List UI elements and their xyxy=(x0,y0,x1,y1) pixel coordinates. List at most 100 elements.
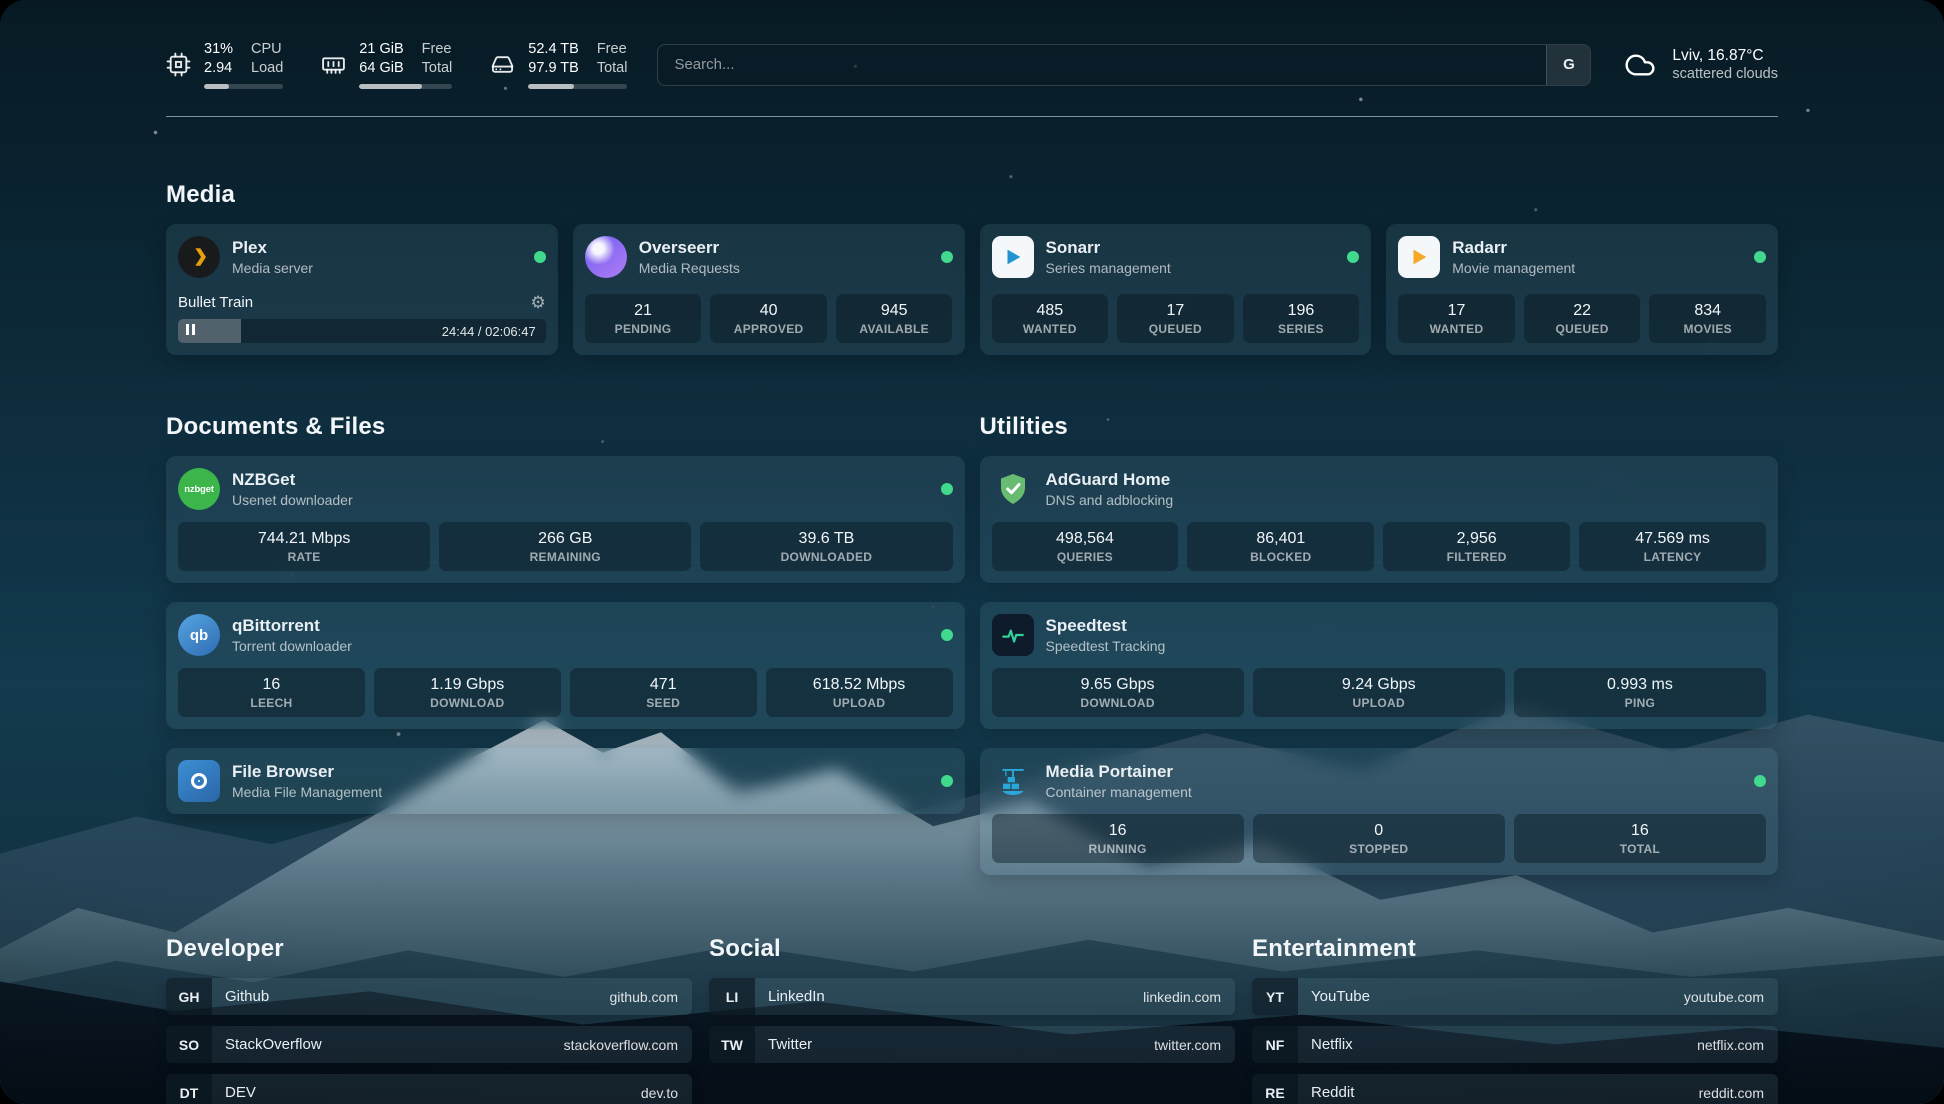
stat-label: TOTAL xyxy=(1620,842,1660,856)
section-heading-documents: Documents & Files xyxy=(166,413,965,441)
bookmark-group-developer: Developer GH Github github.com SO StackO… xyxy=(166,935,692,1104)
disk-total-label: Total xyxy=(597,59,628,78)
disk-widget: 52.4 TB Free 97.9 TB Total xyxy=(490,40,627,89)
weather-widget: Lviv, 16.87°C scattered clouds xyxy=(1621,47,1778,82)
stat-value: 2,956 xyxy=(1457,530,1497,548)
playback-progressbar[interactable]: 24:44 / 02:06:47 xyxy=(178,319,546,343)
stat-label: SERIES xyxy=(1278,322,1324,336)
service-card-filebrowser[interactable]: File Browser Media File Management xyxy=(166,748,965,814)
plex-now-playing: Bullet Train ⚙ 24:44 / 02:06:47 xyxy=(178,294,546,343)
memory-total-value: 64 GiB xyxy=(359,59,403,78)
stat-value: 39.6 TB xyxy=(799,530,855,548)
section-heading-developer: Developer xyxy=(166,935,692,963)
bookmark-url: twitter.com xyxy=(1154,1037,1221,1053)
stat-label: MOVIES xyxy=(1683,322,1731,336)
search-bar: G xyxy=(657,44,1591,86)
service-subtitle: Media File Management xyxy=(232,784,382,800)
stat-wanted: 17 WANTED xyxy=(1398,294,1515,343)
service-card-plex[interactable]: Plex Media server Bullet Train ⚙ xyxy=(166,224,558,355)
service-subtitle: DNS and adblocking xyxy=(1046,492,1174,508)
bookmark-name: Reddit xyxy=(1311,1084,1354,1101)
stat-value: 16 xyxy=(1631,822,1649,840)
stat-value: 21 xyxy=(634,302,652,320)
bookmark-reddit[interactable]: RE Reddit reddit.com xyxy=(1252,1074,1778,1104)
stat-value: 1.19 Gbps xyxy=(430,676,504,694)
bookmark-netflix[interactable]: NF Netflix netflix.com xyxy=(1252,1026,1778,1063)
section-heading-utilities: Utilities xyxy=(980,413,1779,441)
stat-queued: 22 QUEUED xyxy=(1524,294,1641,343)
cpu-usage-label: CPU xyxy=(251,40,283,59)
speedtest-icon xyxy=(992,614,1034,656)
portainer-icon xyxy=(992,760,1034,802)
memory-free-label: Free xyxy=(422,40,453,59)
stat-seed: 471 SEED xyxy=(570,668,757,717)
section-media: Media Plex Media server xyxy=(166,181,1778,355)
service-subtitle: Media Requests xyxy=(639,260,740,276)
service-subtitle: Speedtest Tracking xyxy=(1046,638,1166,654)
status-dot xyxy=(941,775,953,787)
stat-value: 945 xyxy=(881,302,908,320)
stat-label: QUEUED xyxy=(1149,322,1202,336)
service-title: qBittorrent xyxy=(232,616,352,636)
bookmark-abbr: LI xyxy=(709,978,755,1015)
pause-icon[interactable] xyxy=(186,322,198,340)
bookmark-url: netflix.com xyxy=(1697,1037,1764,1053)
service-card-portainer[interactable]: Media Portainer Container management 16 … xyxy=(980,748,1779,875)
bookmark-github[interactable]: GH Github github.com xyxy=(166,978,692,1015)
service-subtitle: Container management xyxy=(1046,784,1192,800)
stat-movies: 834 MOVIES xyxy=(1649,294,1766,343)
memory-free-value: 21 GiB xyxy=(359,40,403,59)
bookmark-twitter[interactable]: TW Twitter twitter.com xyxy=(709,1026,1235,1063)
stat-latency: 47.569 ms LATENCY xyxy=(1579,522,1766,571)
adguard-shield-icon xyxy=(992,468,1034,510)
stat-label: SEED xyxy=(646,696,680,710)
service-title: Radarr xyxy=(1452,238,1575,258)
bookmark-stackoverflow[interactable]: SO StackOverflow stackoverflow.com xyxy=(166,1026,692,1063)
now-playing-title: Bullet Train xyxy=(178,294,253,311)
section-utilities: Utilities AdGuard Home xyxy=(980,413,1779,875)
stat-value: 17 xyxy=(1448,302,1466,320)
service-card-overseerr[interactable]: Overseerr Media Requests 21 PENDING 40 A… xyxy=(573,224,965,355)
stat-value: 16 xyxy=(1109,822,1127,840)
section-heading-entertainment: Entertainment xyxy=(1252,935,1778,963)
service-card-adguard[interactable]: AdGuard Home DNS and adblocking 498,564 … xyxy=(980,456,1779,583)
stat-value: 618.52 Mbps xyxy=(813,676,906,694)
stat-label: REMAINING xyxy=(530,550,601,564)
bookmark-youtube[interactable]: YT YouTube youtube.com xyxy=(1252,978,1778,1015)
settings-gear-icon[interactable]: ⚙ xyxy=(531,294,546,311)
hard-drive-icon xyxy=(490,52,515,77)
bookmark-dev[interactable]: DT DEV dev.to xyxy=(166,1074,692,1104)
stat-label: AVAILABLE xyxy=(859,322,929,336)
overseerr-icon xyxy=(585,236,627,278)
bookmark-name: StackOverflow xyxy=(225,1036,322,1053)
service-card-speedtest[interactable]: Speedtest Speedtest Tracking 9.65 Gbps D… xyxy=(980,602,1779,729)
qbittorrent-icon: qb xyxy=(178,614,220,656)
service-card-qbittorrent[interactable]: qb qBittorrent Torrent downloader 16 xyxy=(166,602,965,729)
stat-label: PENDING xyxy=(615,322,672,336)
search-input[interactable] xyxy=(658,45,1546,85)
stat-wanted: 485 WANTED xyxy=(992,294,1109,343)
playback-progress-fill xyxy=(178,319,241,343)
status-dot xyxy=(1754,775,1766,787)
cpu-load-label: Load xyxy=(251,59,283,78)
service-card-nzbget[interactable]: nzbget NZBGet Usenet downloader 744.21 M… xyxy=(166,456,965,583)
stat-leech: 16 LEECH xyxy=(178,668,365,717)
progress-fill xyxy=(359,84,421,89)
stat-queued: 17 QUEUED xyxy=(1117,294,1234,343)
bookmark-linkedin[interactable]: LI LinkedIn linkedin.com xyxy=(709,978,1235,1015)
stat-ping: 0.993 ms PING xyxy=(1514,668,1766,717)
stat-label: WANTED xyxy=(1023,322,1077,336)
stat-queries: 498,564 QUERIES xyxy=(992,522,1179,571)
bookmark-url: linkedin.com xyxy=(1143,989,1221,1005)
filebrowser-icon xyxy=(178,760,220,802)
service-subtitle: Movie management xyxy=(1452,260,1575,276)
stat-label: STOPPED xyxy=(1349,842,1408,856)
cpu-icon xyxy=(166,52,191,77)
service-card-sonarr[interactable]: Sonarr Series management 485 WANTED 17 Q… xyxy=(980,224,1372,355)
stat-total: 16 TOTAL xyxy=(1514,814,1766,863)
search-provider-button[interactable]: G xyxy=(1546,45,1590,85)
service-card-radarr[interactable]: Radarr Movie management 17 WANTED 22 QUE… xyxy=(1386,224,1778,355)
stat-value: 9.65 Gbps xyxy=(1081,676,1155,694)
cpu-widget: 31% CPU 2.94 Load xyxy=(166,40,283,89)
bookmark-name: Github xyxy=(225,988,269,1005)
